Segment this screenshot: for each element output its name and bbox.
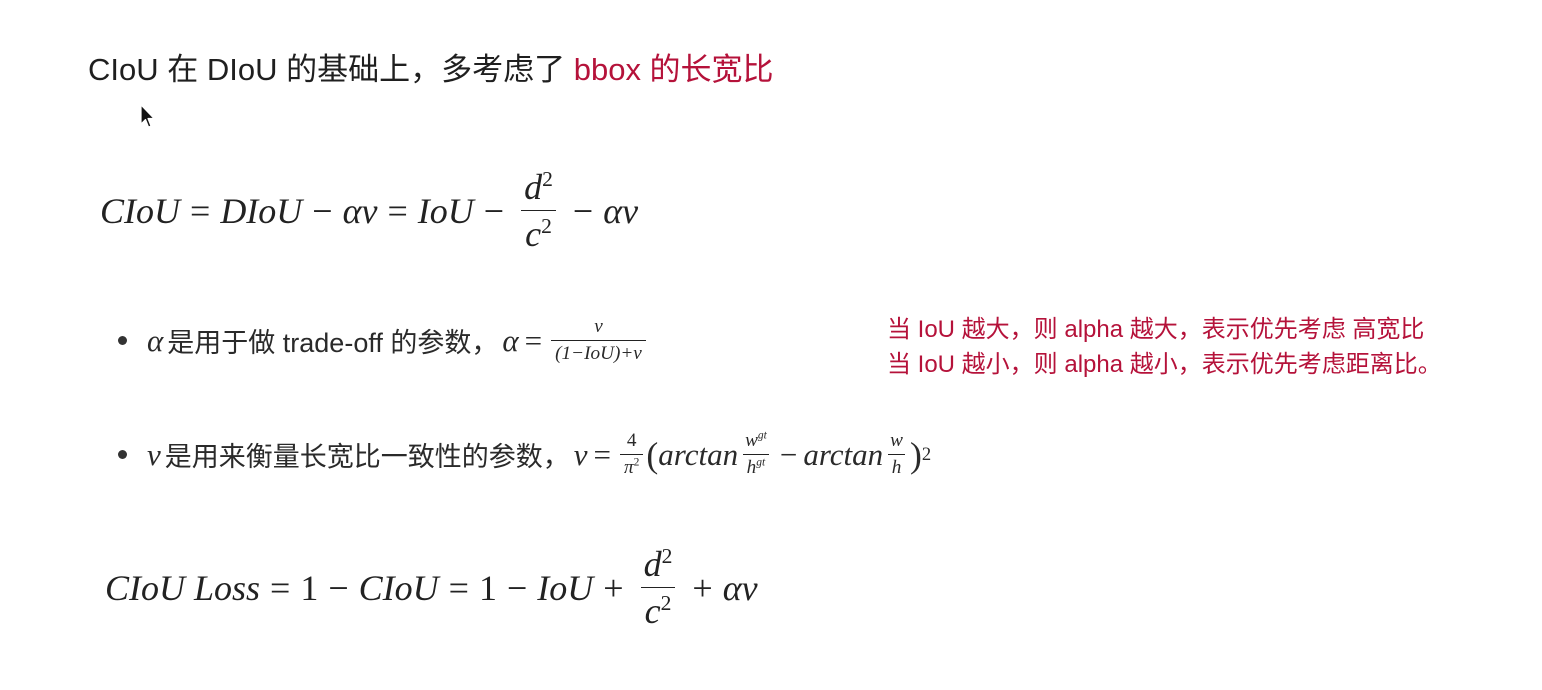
- slide: CIoU 在 DIoU 的基础上，多考虑了 bbox 的长宽比 CIoU = D…: [0, 0, 1542, 690]
- v-w-gt: w: [745, 430, 758, 451]
- alpha-formula-equals: =: [524, 322, 543, 358]
- v-arctan-1: arctan: [658, 436, 739, 472]
- eq2-one: 1: [300, 567, 319, 608]
- eq2-one-2: 1: [478, 567, 497, 608]
- v-lparen: (: [646, 434, 659, 475]
- alpha-frac-den: (1−IoU)+v: [551, 340, 646, 365]
- v-formula-equals: =: [593, 436, 612, 472]
- v-formula: v = 4 π2 ( arctan wgt hgt − arctan w h )…: [573, 429, 932, 479]
- v-frac-num: 4: [626, 430, 637, 451]
- v-h-gt: h: [746, 457, 757, 478]
- eq2-den-exp: 2: [660, 591, 672, 615]
- eq2-distance-fraction: d2 c2: [640, 543, 677, 632]
- eq1-alpha-v: αv: [342, 190, 378, 231]
- slide-heading: CIoU 在 DIoU 的基础上，多考虑了 bbox 的长宽比: [88, 44, 774, 89]
- v-w-gt-sup: gt: [757, 429, 767, 442]
- eq2-ciou: CIoU: [358, 567, 439, 608]
- eq2-alpha-v: αv: [722, 567, 758, 608]
- ciou-loss-equation: CIoU Loss = 1 − CIoU = 1 − IoU + d2 c2 +…: [105, 543, 758, 632]
- v-h-gt-sup: gt: [756, 456, 766, 469]
- eq1-diou: DIoU: [220, 190, 303, 231]
- eq1-equals-2: =: [387, 190, 408, 231]
- eq1-frac-num: d: [524, 167, 543, 207]
- eq2-frac-num: d: [643, 544, 662, 584]
- bullet-v: v 是用来衡量长宽比一致性的参数， v = 4 π2 ( arctan wgt …: [118, 430, 931, 479]
- alpha-frac-num: v: [594, 316, 603, 337]
- eq2-plus: +: [603, 567, 624, 608]
- eq1-equals: =: [190, 190, 211, 231]
- v-pred-ratio: w h: [886, 430, 907, 479]
- bullet-dot: [118, 336, 127, 345]
- v-frac-den: π: [624, 457, 634, 478]
- eq1-iou: IoU: [417, 190, 474, 231]
- v-den-exp: 2: [633, 456, 640, 469]
- ciou-equation: CIoU = DIoU − αv = IoU − d2 c2 − αv: [100, 166, 638, 255]
- eq1-alpha-v-2: αv: [603, 190, 639, 231]
- eq2-equals: =: [270, 567, 291, 608]
- eq2-num-exp: 2: [661, 544, 673, 568]
- eq2-lhs-ciou: CIoU: [105, 567, 185, 608]
- eq1-minus-3: −: [572, 190, 594, 231]
- v-arctan-2: arctan: [803, 436, 884, 472]
- eq2-equals-2: =: [448, 567, 469, 608]
- v-w: w: [890, 430, 903, 451]
- eq2-lhs-loss: Loss: [194, 567, 261, 608]
- v-description: 是用来衡量长宽比一致性的参数，: [164, 442, 570, 472]
- heading-highlight: bbox 的长宽比: [573, 52, 774, 87]
- bullet-alpha: α 是用于做 trade-off 的参数， α = v (1−IoU)+v: [118, 316, 649, 365]
- eq1-num-exp: 2: [542, 167, 553, 191]
- eq2-minus-2: −: [506, 567, 528, 608]
- v-h: h: [887, 454, 906, 479]
- eq1-minus-2: −: [483, 190, 505, 231]
- bullet-dot: [118, 450, 127, 459]
- alpha-formula: α = v (1−IoU)+v: [502, 316, 648, 365]
- v-formula-lhs: v: [573, 436, 588, 472]
- v-symbol: v: [147, 436, 161, 472]
- eq1-frac-den: c: [525, 214, 542, 254]
- v-gt-ratio: wgt hgt: [741, 430, 771, 479]
- alpha-symbol: α: [147, 322, 164, 358]
- alpha-formula-lhs: α: [502, 322, 519, 358]
- eq1-minus: −: [312, 190, 333, 231]
- eq2-minus: −: [328, 567, 349, 608]
- eq2-iou: IoU: [537, 567, 594, 608]
- heading-text: CIoU 在 DIoU 的基础上，多考虑了: [88, 52, 574, 87]
- eq2-plus-2: +: [692, 567, 713, 608]
- mouse-pointer-icon: [140, 104, 155, 128]
- eq2-frac-den: c: [644, 591, 661, 631]
- alpha-notes: 当 IoU 越大，则 alpha 越大，表示优先考虑 高宽比 当 IoU 越小，…: [887, 312, 1442, 382]
- v-rparen: ): [909, 434, 922, 475]
- eq1-lhs: CIoU: [100, 190, 180, 231]
- alpha-fraction: v (1−IoU)+v: [551, 316, 646, 365]
- note-line-2: 当 IoU 越小，则 alpha 越小，表示优先考虑距离比。: [887, 351, 1442, 378]
- v-coefficient-fraction: 4 π2: [620, 430, 644, 479]
- alpha-description: 是用于做 trade-off 的参数，: [167, 328, 499, 358]
- note-line-1: 当 IoU 越大，则 alpha 越大，表示优先考虑 高宽比: [887, 316, 1425, 343]
- eq1-den-exp: 2: [541, 214, 552, 238]
- v-minus: −: [779, 436, 798, 472]
- eq1-distance-fraction: d2 c2: [520, 166, 557, 255]
